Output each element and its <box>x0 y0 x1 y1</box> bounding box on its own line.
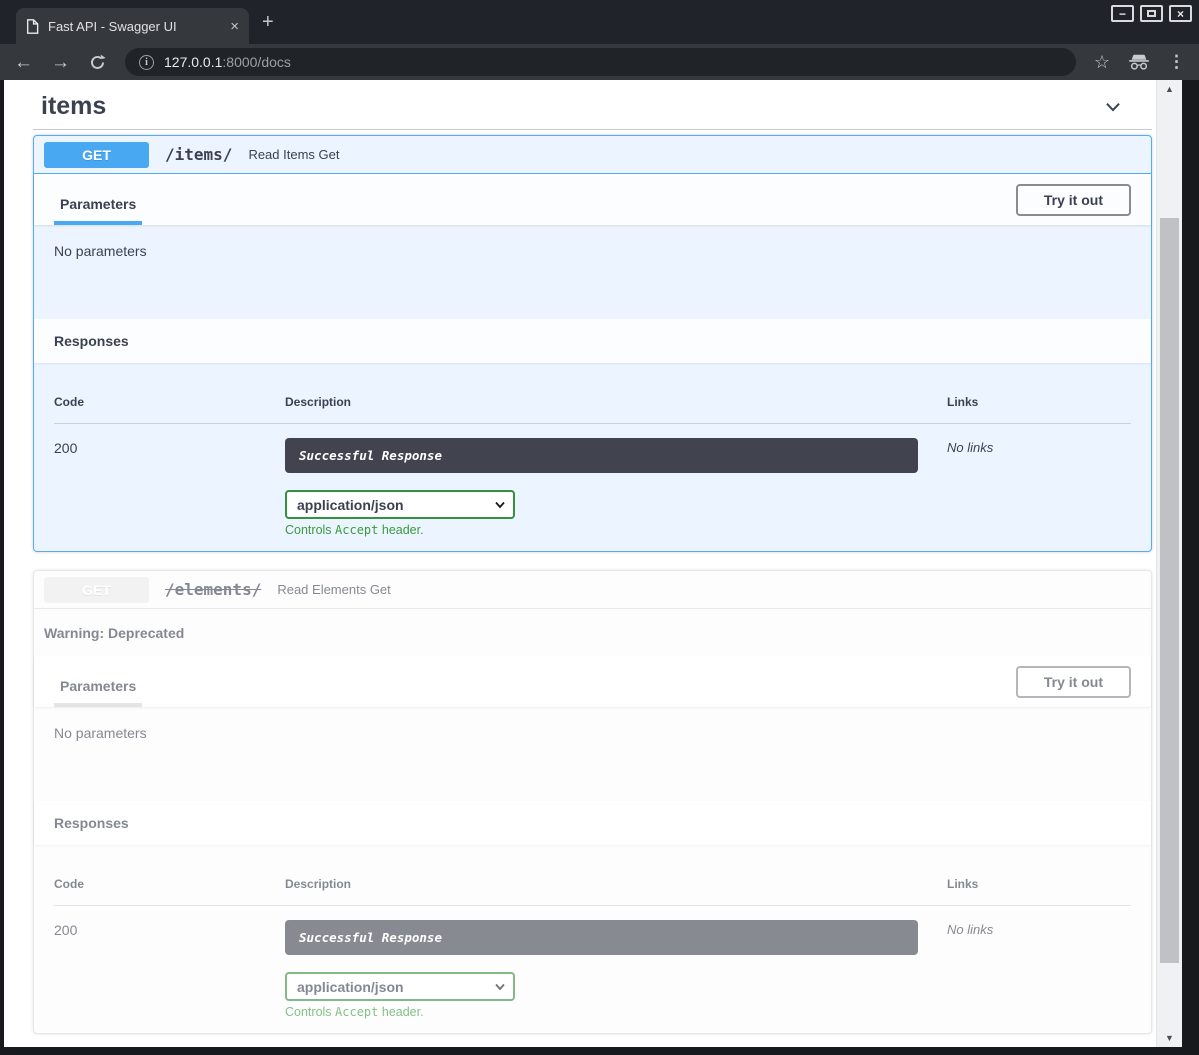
response-row-200: 200 Successful Response application/json… <box>54 906 1131 1019</box>
media-type-wrap: application/json <box>285 972 515 1001</box>
http-method-badge: GET <box>44 142 149 168</box>
try-it-out-button[interactable]: Try it out <box>1016 666 1131 698</box>
media-type-wrap: application/json <box>285 490 515 519</box>
responses-header: Responses <box>34 801 1151 845</box>
site-info-icon[interactable]: i <box>139 55 154 70</box>
col-code: Code <box>54 877 285 891</box>
deprecated-warning: Warning: Deprecated <box>34 609 1151 656</box>
no-parameters-text: No parameters <box>34 225 1151 319</box>
url-host: 127.0.0.1 <box>164 54 222 70</box>
page-scrollbar[interactable]: ▲ ▼ <box>1156 80 1182 1047</box>
response-row-200: 200 Successful Response application/json… <box>54 424 1131 537</box>
col-code: Code <box>54 395 285 409</box>
responses-table: Code Description Links 200 Successful Re… <box>34 845 1151 1033</box>
new-tab-button[interactable]: + <box>262 12 274 32</box>
opblock-summary[interactable]: GET /items/ Read Items Get <box>34 136 1151 174</box>
collapse-chevron-icon[interactable] <box>1102 96 1124 118</box>
page-favicon-icon <box>26 19 39 34</box>
responses-header: Responses <box>34 319 1151 363</box>
tab-parameters[interactable]: Parameters <box>54 678 142 707</box>
responses-table-head: Code Description Links <box>54 395 1131 424</box>
browser-menu-icon[interactable]: ⋮ <box>1168 52 1185 72</box>
response-description-cell: Successful Response application/json Con… <box>285 922 947 1019</box>
tag-title: items <box>41 92 106 121</box>
col-description: Description <box>285 877 947 891</box>
reload-button[interactable] <box>88 53 107 72</box>
accept-header-note: Controls Accept header. <box>285 1005 947 1019</box>
opblock-summary[interactable]: GET /elements/ Read Elements Get <box>34 571 1151 609</box>
bookmark-star-icon[interactable]: ☆ <box>1094 52 1110 73</box>
responses-table: Code Description Links 200 Successful Re… <box>34 363 1151 551</box>
incognito-icon <box>1128 54 1150 70</box>
window-controls: − × <box>1111 5 1192 22</box>
scroll-down-icon[interactable]: ▼ <box>1157 1030 1182 1046</box>
tab-title: Fast API - Swagger UI <box>48 19 221 34</box>
col-links: Links <box>947 395 1131 409</box>
col-description: Description <box>285 395 947 409</box>
close-window-button[interactable]: × <box>1169 5 1192 22</box>
swagger-ui: items GET /items/ Read Items Get Paramet… <box>4 80 1156 1047</box>
opblock-get-elements-deprecated: GET /elements/ Read Elements Get Warning… <box>33 570 1152 1034</box>
browser-titlebar: Fast API - Swagger UI × + − × <box>0 0 1199 44</box>
endpoint-summary: Read Items Get <box>248 147 339 162</box>
col-links: Links <box>947 877 1131 891</box>
response-links: No links <box>947 922 1131 1019</box>
page-viewport: items GET /items/ Read Items Get Paramet… <box>4 80 1182 1047</box>
response-description-cell: Successful Response application/json Con… <box>285 440 947 537</box>
accept-header-note: Controls Accept header. <box>285 523 947 537</box>
scroll-up-icon[interactable]: ▲ <box>1157 81 1182 97</box>
response-description: Successful Response <box>285 438 918 473</box>
maximize-icon <box>1147 10 1156 17</box>
response-code: 200 <box>54 440 285 537</box>
response-description: Successful Response <box>285 920 918 955</box>
minimize-button[interactable]: − <box>1111 5 1134 22</box>
url-text: 127.0.0.1:8000/docs <box>164 54 291 70</box>
responses-table-head: Code Description Links <box>54 877 1131 906</box>
http-method-badge: GET <box>44 577 149 603</box>
media-type-select[interactable]: application/json <box>285 490 515 519</box>
maximize-button[interactable] <box>1140 5 1163 22</box>
parameters-header: Parameters Try it out <box>34 174 1151 225</box>
no-parameters-text: No parameters <box>34 707 1151 801</box>
forward-button[interactable]: → <box>51 53 70 72</box>
endpoint-path[interactable]: /elements/ <box>165 580 261 599</box>
scrollbar-thumb[interactable] <box>1160 218 1179 963</box>
try-it-out-button[interactable]: Try it out <box>1016 184 1131 216</box>
tab-parameters[interactable]: Parameters <box>54 196 142 225</box>
opblock-get-items: GET /items/ Read Items Get Parameters Tr… <box>33 135 1152 552</box>
address-bar[interactable]: i 127.0.0.1:8000/docs <box>125 48 1076 76</box>
endpoint-summary: Read Elements Get <box>277 582 390 597</box>
tag-section-header[interactable]: items <box>33 88 1152 130</box>
browser-toolbar: ← → i 127.0.0.1:8000/docs ☆ ⋮ <box>0 44 1199 80</box>
response-links: No links <box>947 440 1131 537</box>
url-path: :8000/docs <box>222 54 291 70</box>
response-code: 200 <box>54 922 285 1019</box>
media-type-select[interactable]: application/json <box>285 972 515 1001</box>
browser-tab[interactable]: Fast API - Swagger UI × <box>16 8 249 44</box>
parameters-header: Parameters Try it out <box>34 656 1151 707</box>
back-button[interactable]: ← <box>14 53 33 72</box>
tab-close-icon[interactable]: × <box>230 19 239 34</box>
endpoint-path[interactable]: /items/ <box>165 145 232 164</box>
